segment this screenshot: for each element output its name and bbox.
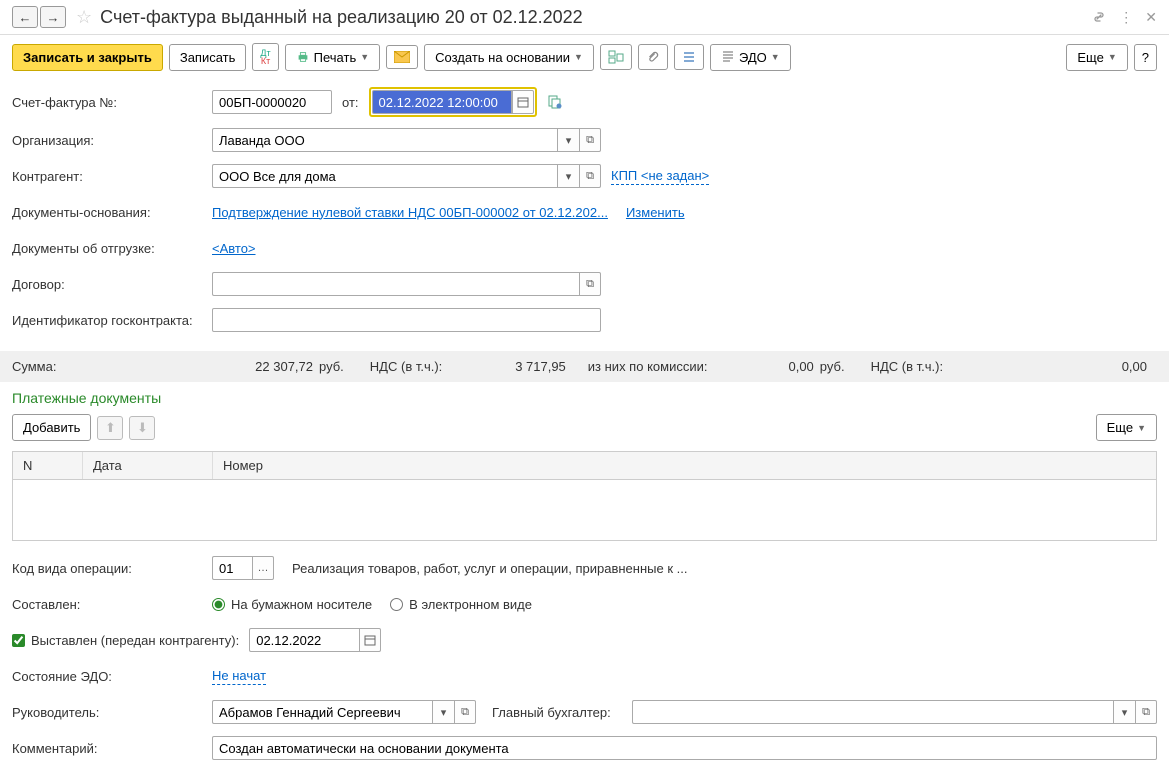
dropdown-icon[interactable]: ▾ (1113, 700, 1135, 724)
kebab-menu-icon[interactable]: ⋮ (1119, 9, 1133, 26)
save-button[interactable]: Записать (169, 44, 247, 71)
counterparty-input[interactable] (212, 164, 557, 188)
issued-checkbox[interactable]: Выставлен (передан контрагенту): (12, 633, 239, 648)
save-close-button[interactable]: Записать и закрыть (12, 44, 163, 71)
registry-button[interactable] (600, 44, 632, 70)
list-button[interactable] (674, 44, 704, 70)
edo-state-link[interactable]: Не начат (212, 668, 266, 685)
shipment-link[interactable]: <Авто> (212, 241, 256, 256)
counterparty-label: Контрагент: (12, 169, 212, 184)
invoice-no-input[interactable] (212, 90, 332, 114)
shipment-docs-label: Документы об отгрузке: (12, 241, 212, 256)
paperclip-icon (646, 50, 660, 64)
move-down-button[interactable]: ⬇ (129, 416, 155, 440)
calendar-icon[interactable] (512, 90, 534, 114)
org-input[interactable] (212, 128, 557, 152)
from-label: от: (342, 95, 359, 110)
move-up-button[interactable]: ⬆ (97, 416, 123, 440)
attachment-button[interactable] (638, 44, 668, 70)
open-icon[interactable]: ⧉ (454, 700, 476, 724)
table-body[interactable] (13, 480, 1156, 540)
edo-icon (721, 50, 735, 64)
dropdown-icon[interactable]: ▾ (432, 700, 454, 724)
mail-button[interactable] (386, 45, 418, 69)
issued-date-input[interactable] (249, 628, 359, 652)
col-date: Дата (83, 452, 213, 479)
calendar-icon[interactable] (359, 628, 381, 652)
open-icon[interactable]: ⧉ (1135, 700, 1157, 724)
col-n: N (13, 452, 83, 479)
close-icon[interactable]: ✕ (1145, 9, 1157, 26)
open-icon[interactable]: ⧉ (579, 128, 601, 152)
help-button[interactable]: ? (1134, 44, 1157, 71)
dropdown-icon[interactable]: ▾ (557, 164, 579, 188)
basis-docs-label: Документы-основания: (12, 205, 212, 220)
radio-electronic[interactable]: В электронном виде (390, 597, 532, 612)
col-num: Номер (213, 452, 1156, 479)
edo-state-label: Состояние ЭДО: (12, 669, 212, 684)
favorite-star-icon[interactable]: ☆ (76, 7, 92, 28)
op-code-label: Код вида операции: (12, 561, 212, 576)
vat-value: 3 717,95 (456, 359, 566, 374)
vat2-label: НДС (в т.ч.): (871, 359, 951, 374)
link-icon[interactable] (1091, 9, 1107, 25)
more-button[interactable]: Еще ▼ (1066, 44, 1127, 71)
dt-kt-button[interactable]: ДтКт (252, 43, 278, 71)
payment-docs-table: N Дата Номер (12, 451, 1157, 541)
payment-docs-title: Платежные документы (0, 382, 1169, 410)
section-more-button[interactable]: Еще ▼ (1096, 414, 1157, 441)
date-input[interactable] (372, 90, 512, 114)
radio-paper[interactable]: На бумажном носителе (212, 597, 372, 612)
list-icon (682, 50, 696, 64)
open-icon[interactable]: ⧉ (579, 164, 601, 188)
accountant-input[interactable] (632, 700, 1113, 724)
add-button[interactable]: Добавить (12, 414, 91, 441)
kpp-link[interactable]: КПП <не задан> (611, 168, 709, 185)
vat-label: НДС (в т.ч.): (370, 359, 450, 374)
sum-currency: руб. (319, 359, 344, 374)
director-label: Руководитель: (12, 705, 212, 720)
registry-icon (608, 50, 624, 64)
create-based-button[interactable]: Создать на основании ▼ (424, 44, 594, 71)
printer-icon (296, 50, 310, 64)
window-title: Счет-фактура выданный на реализацию 20 о… (100, 7, 1091, 28)
accountant-label: Главный бухгалтер: (492, 705, 632, 720)
sum-label: Сумма: (12, 359, 207, 374)
commission-currency: руб. (820, 359, 845, 374)
basis-docs-link[interactable]: Подтверждение нулевой ставки НДС 00БП-00… (212, 205, 608, 220)
dropdown-icon[interactable]: ▾ (557, 128, 579, 152)
gov-contract-label: Идентификатор госконтракта: (12, 313, 212, 328)
comment-label: Комментарий: (12, 741, 212, 756)
open-icon[interactable]: ⧉ (579, 272, 601, 296)
contract-input[interactable] (212, 272, 579, 296)
commission-label: из них по комиссии: (588, 359, 728, 374)
contract-label: Договор: (12, 277, 212, 292)
nav-forward-button[interactable]: → (40, 6, 66, 28)
director-input[interactable] (212, 700, 432, 724)
sum-value: 22 307,72 (213, 359, 313, 374)
commission-value: 0,00 (734, 359, 814, 374)
op-code-input[interactable] (212, 556, 252, 580)
comment-input[interactable] (212, 736, 1157, 760)
print-button[interactable]: Печать▼ (285, 44, 381, 71)
invoice-no-label: Счет-фактура №: (12, 95, 212, 110)
select-icon[interactable]: … (252, 556, 274, 580)
org-label: Организация: (12, 133, 212, 148)
gov-contract-input[interactable] (212, 308, 601, 332)
nav-back-button[interactable]: ← (12, 6, 38, 28)
vat2-value: 0,00 (957, 359, 1157, 374)
change-link[interactable]: Изменить (626, 205, 685, 220)
op-desc: Реализация товаров, работ, услуг и опера… (292, 561, 687, 576)
print-form-icon[interactable] (547, 95, 563, 109)
edo-button[interactable]: ЭДО ▼ (710, 44, 791, 71)
mail-icon (394, 51, 410, 63)
composed-label: Составлен: (12, 597, 212, 612)
